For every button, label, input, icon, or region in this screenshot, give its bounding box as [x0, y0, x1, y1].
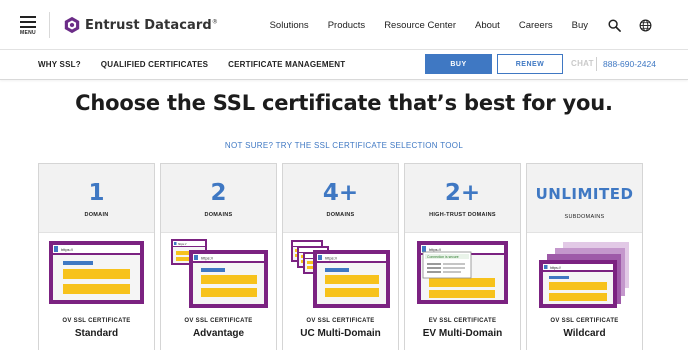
- selection-tool-link[interactable]: NOT SURE? TRY THE SSL CERTIFICATE SELECT…: [0, 141, 688, 150]
- svg-text:https://: https://: [178, 242, 187, 246]
- subnav-why-ssl[interactable]: WHY SSL?: [38, 60, 81, 69]
- subnav-qualified-certificates[interactable]: QUALIFIED CERTIFICATES: [101, 60, 208, 69]
- certificate-name: Advantage: [192, 328, 245, 339]
- card-ev-multi-domain[interactable]: 2+ HIGH-TRUST DOMAINS https:// Connectio…: [404, 163, 521, 350]
- domain-count: 2+: [444, 180, 481, 206]
- hexagon-logo-icon: [64, 16, 80, 34]
- card-advantage[interactable]: 2 DOMAINS https:// https:// OV SSL CERTI…: [160, 163, 277, 350]
- brand-name: Entrust Datacard®: [85, 17, 218, 33]
- certificate-type: OV SSL CERTIFICATE: [184, 318, 253, 324]
- certificate-name: Wildcard: [563, 328, 606, 339]
- certificate-name: UC Multi-Domain: [300, 328, 381, 339]
- card-header: 2 DOMAINS: [161, 164, 276, 233]
- main-nav: Solutions Products Resource Center About…: [251, 0, 588, 50]
- domain-unit: DOMAINS: [204, 212, 233, 218]
- certificate-name: EV Multi-Domain: [422, 328, 503, 339]
- brand-logo[interactable]: Entrust Datacard®: [63, 16, 218, 34]
- page-title: Choose the SSL certificate that’s best f…: [75, 91, 613, 115]
- nav-products[interactable]: Products: [328, 20, 366, 31]
- card-wildcard[interactable]: UNLIMITED SUBDOMAINS https:// OV SSL CER…: [526, 163, 643, 350]
- stacked-browser-illustration: https://: [539, 242, 629, 308]
- card-header: 2+ HIGH-TRUST DOMAINS: [405, 164, 520, 233]
- domain-count: 4+: [322, 180, 359, 206]
- hamburger-icon: [18, 16, 38, 28]
- domain-count: 2: [210, 180, 227, 206]
- nav-resource-center[interactable]: Resource Center: [384, 20, 456, 31]
- svg-text:https://: https://: [325, 256, 338, 261]
- certificate-name: Standard: [74, 328, 119, 339]
- svg-text:https://: https://: [61, 247, 74, 252]
- svg-text:Connection is secure: Connection is secure: [427, 255, 459, 259]
- certificate-type: EV SSL CERTIFICATE: [428, 318, 497, 324]
- certificate-cards: 1 DOMAIN https:// OV SSL CERTIFICATE Sta…: [38, 163, 645, 350]
- single-browser-illustration: https://: [49, 241, 144, 304]
- buy-button[interactable]: BUY: [425, 54, 492, 74]
- menu-label: MENU: [20, 30, 36, 36]
- two-browser-illustration: https:// https://: [171, 239, 268, 308]
- domain-count: UNLIMITED: [535, 185, 634, 203]
- nav-careers[interactable]: Careers: [519, 20, 553, 31]
- renew-button[interactable]: RENEW: [497, 54, 563, 74]
- domain-count: 1: [88, 180, 105, 206]
- svg-text:https://: https://: [550, 266, 561, 270]
- top-header: MENU Entrust Datacard® Solutions Product…: [0, 0, 688, 50]
- svg-text:https://: https://: [429, 247, 442, 252]
- ev-browser-illustration: https:// Connection is secure: [417, 241, 508, 304]
- domain-unit: DOMAIN: [84, 212, 109, 218]
- domain-unit: SUBDOMAINS: [564, 214, 605, 220]
- card-standard[interactable]: 1 DOMAIN https:// OV SSL CERTIFICATE Sta…: [38, 163, 155, 350]
- card-uc-multi-domain[interactable]: 4+ DOMAINS https:// OV SSL CERTIFICATE U…: [282, 163, 399, 350]
- card-header: 4+ DOMAINS: [283, 164, 398, 233]
- search-icon[interactable]: [608, 19, 621, 32]
- globe-icon[interactable]: [639, 19, 652, 32]
- card-header: 1 DOMAIN: [39, 164, 154, 233]
- domain-unit: HIGH-TRUST DOMAINS: [429, 212, 496, 218]
- certificate-type: OV SSL CERTIFICATE: [62, 318, 131, 324]
- svg-text:https://: https://: [201, 256, 214, 261]
- domain-unit: DOMAINS: [326, 212, 355, 218]
- menu-button[interactable]: MENU: [18, 16, 38, 36]
- nav-about[interactable]: About: [475, 20, 500, 31]
- multi-browser-illustration: https://: [291, 240, 390, 308]
- subnav-links: WHY SSL? QUALIFIED CERTIFICATES CERTIFIC…: [38, 50, 365, 78]
- certificate-type: OV SSL CERTIFICATE: [550, 318, 619, 324]
- nav-buy[interactable]: Buy: [572, 20, 588, 31]
- card-header: UNLIMITED SUBDOMAINS: [527, 164, 642, 233]
- phone-divider: [596, 57, 597, 71]
- subnav-certificate-management[interactable]: CERTIFICATE MANAGEMENT: [228, 60, 345, 69]
- chat-link[interactable]: CHAT: [571, 59, 594, 68]
- certificate-type: OV SSL CERTIFICATE: [306, 318, 375, 324]
- header-divider: [49, 12, 50, 38]
- nav-solutions[interactable]: Solutions: [270, 20, 309, 31]
- phone-link[interactable]: 888-690-2424: [603, 59, 656, 69]
